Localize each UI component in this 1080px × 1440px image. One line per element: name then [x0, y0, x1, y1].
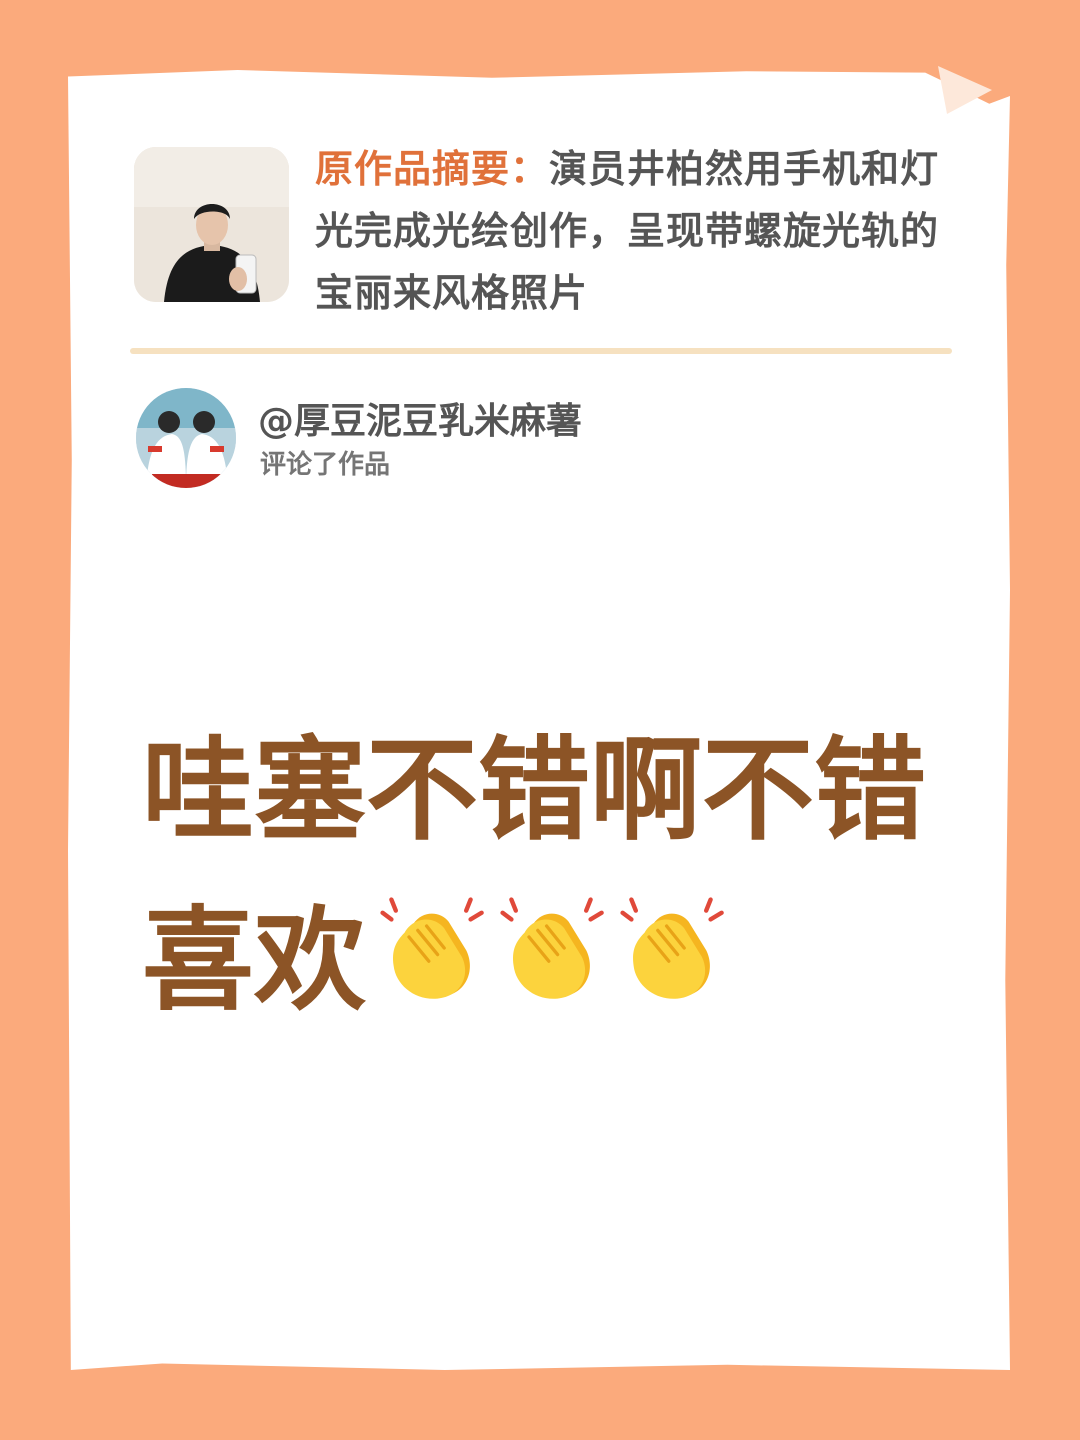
- original-post-thumbnail[interactable]: [134, 147, 289, 302]
- divider: [130, 348, 952, 354]
- original-post-summary: 原作品摘要：演员井柏然用手机和灯光完成光绘创作，呈现带螺旋光轨的宝丽来风格照片: [315, 138, 965, 324]
- comment-line-1: 哇塞不错啊不错: [142, 726, 926, 856]
- clapping-hands-icon: [376, 893, 486, 1003]
- comment-text: 哇塞不错啊不错 喜欢: [142, 706, 982, 1046]
- avatar-image: [136, 388, 236, 488]
- photo-of-man-with-phone: [134, 147, 289, 302]
- clapping-hands-icon: [616, 893, 726, 1003]
- clapping-hands-icon: [496, 893, 606, 1003]
- avatar[interactable]: [136, 388, 236, 488]
- comment-line-2-text: 喜欢: [142, 896, 366, 1026]
- summary-label: 原作品摘要：: [315, 147, 550, 191]
- commenter-username[interactable]: @厚豆泥豆乳米麻薯: [258, 398, 582, 446]
- comment-line-2: 喜欢: [142, 876, 982, 1046]
- comment-action-text: 评论了作品: [260, 450, 391, 480]
